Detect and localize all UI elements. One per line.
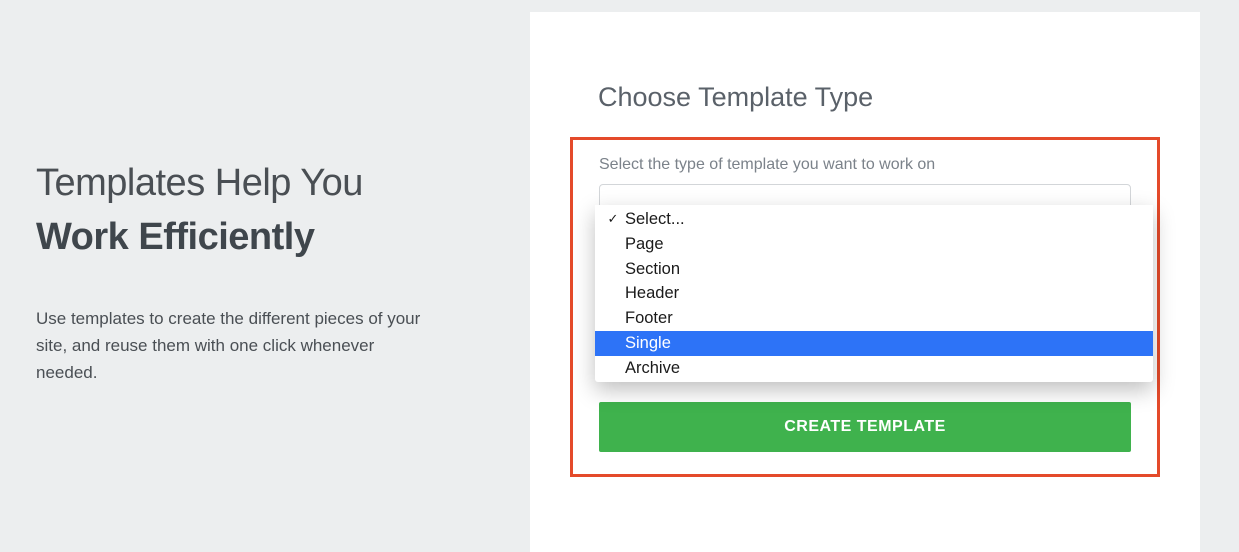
select-type-label: Select the type of template you want to … xyxy=(599,156,1131,174)
heading-line-2: Work Efficiently xyxy=(36,214,470,262)
option-label: Single xyxy=(621,332,671,355)
option-label: Section xyxy=(621,258,680,281)
dropdown-option-single[interactable]: Single xyxy=(595,331,1153,356)
heading-line-1: Templates Help You xyxy=(36,160,470,208)
dropdown-option-footer[interactable]: Footer xyxy=(595,306,1153,331)
option-label: Select... xyxy=(621,208,685,231)
option-label: Header xyxy=(621,282,679,305)
create-template-button[interactable]: CREATE TEMPLATE xyxy=(599,402,1131,452)
dropdown-option-select[interactable]: ✓Select... xyxy=(595,207,1153,232)
template-type-dropdown[interactable]: ✓Select...PageSectionHeaderFooterSingleA… xyxy=(595,205,1153,382)
dropdown-option-header[interactable]: Header xyxy=(595,281,1153,306)
check-icon: ✓ xyxy=(605,210,621,228)
option-label: Page xyxy=(621,233,664,256)
dropdown-option-section[interactable]: Section xyxy=(595,257,1153,282)
dropdown-option-archive[interactable]: Archive xyxy=(595,356,1153,381)
option-label: Footer xyxy=(621,307,673,330)
left-panel: Templates Help You Work Efficiently Use … xyxy=(0,0,530,541)
card-title: Choose Template Type xyxy=(598,82,1160,113)
option-label: Archive xyxy=(621,357,680,380)
dropdown-option-page[interactable]: Page xyxy=(595,232,1153,257)
intro-description: Use templates to create the different pi… xyxy=(36,305,436,387)
